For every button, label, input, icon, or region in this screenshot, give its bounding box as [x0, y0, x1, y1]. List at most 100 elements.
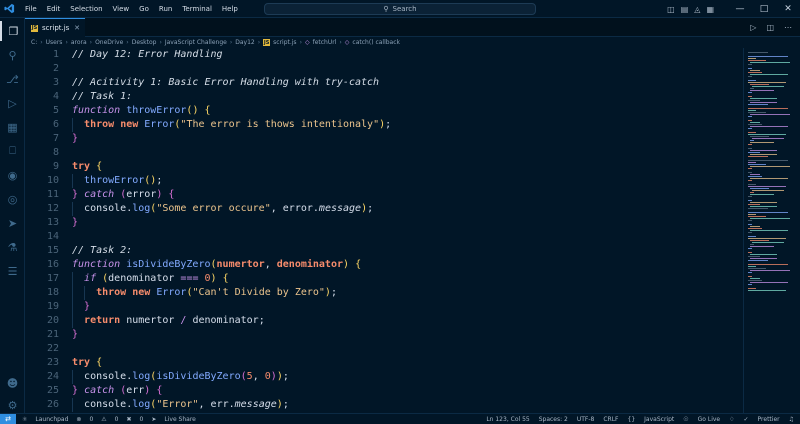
source-control-icon[interactable]: ⎇ [0, 69, 25, 89]
menu-bar: File Edit Selection View Go Run Terminal… [20, 0, 243, 18]
menu-help[interactable]: Help [217, 0, 243, 18]
minimap-line [750, 62, 790, 63]
split-editor-icon[interactable]: ◫ [766, 23, 774, 32]
menu-selection[interactable]: Selection [65, 0, 107, 18]
extensions-icon[interactable]: ▦ [0, 117, 25, 137]
maximize-icon[interactable]: □ [752, 0, 776, 18]
minimap-line [750, 194, 774, 195]
minimap-line [748, 92, 752, 93]
line-code: } [72, 133, 79, 144]
explorer-icon[interactable]: ❐ [0, 21, 25, 41]
minimap-line [750, 282, 789, 283]
run-file-icon[interactable]: ▷ [750, 23, 756, 32]
docker-icon[interactable]: ☰ [0, 261, 25, 281]
tab-script-js[interactable]: JS script.js ✕ [25, 18, 85, 37]
minimap-line [748, 216, 767, 217]
breadcrumb-item[interactable]: C: [31, 39, 37, 46]
gitlens-icon[interactable]: ◎ [0, 189, 25, 209]
menu-terminal[interactable]: Terminal [177, 0, 217, 18]
minimap-line [748, 232, 752, 233]
menu-run[interactable]: Run [154, 0, 177, 18]
manage-gear-icon[interactable]: ⚙ [0, 395, 25, 415]
indentation[interactable]: Spaces: 2 [539, 416, 568, 423]
go-live-button[interactable]: Go Live [698, 416, 720, 423]
breadcrumb-item[interactable]: script.js [273, 39, 296, 46]
error-count[interactable]: 0 [89, 416, 93, 423]
breadcrumb-item[interactable]: OneDrive [95, 39, 123, 46]
minimap[interactable] [743, 48, 800, 413]
breadcrumb-item[interactable]: fetchUrl [313, 39, 337, 46]
minimap-line [752, 86, 784, 87]
code-line: 24 console.log(isDivideByZero(5, 0)); [25, 370, 743, 384]
minimap-line [748, 56, 788, 57]
line-number: 20 [46, 315, 59, 326]
menu-go[interactable]: Go [134, 0, 154, 18]
code-line: 3 // Acitivity 1: Basic Error Handling wi… [25, 76, 743, 90]
toggle-panel-icon[interactable]: ▤ [681, 5, 689, 14]
ports-count[interactable]: 0 [140, 416, 144, 423]
menu-file[interactable]: File [20, 0, 42, 18]
toggle-primary-sidebar-icon[interactable]: ◫ [667, 5, 675, 14]
end-of-line[interactable]: CRLF [603, 416, 618, 423]
line-code: } [72, 217, 79, 228]
customize-layout-icon[interactable]: ▦ [706, 5, 714, 14]
menu-edit[interactable]: Edit [42, 0, 66, 18]
code-line: 14 [25, 230, 743, 244]
prettier-status[interactable]: Prettier [758, 416, 780, 423]
minimize-icon[interactable]: — [728, 0, 752, 18]
launchpad-label[interactable]: Launchpad [35, 416, 68, 423]
search-view-icon[interactable]: ⚲ [0, 45, 25, 65]
breadcrumb-item[interactable]: catch() callback [352, 39, 400, 46]
line-code: function isDivideByZero(numertor, denomi… [72, 259, 362, 270]
minimap-line [748, 156, 768, 157]
warning-icon: ⚠ [101, 415, 107, 423]
live-share-icon[interactable]: ➤ [0, 213, 25, 233]
breadcrumb-item[interactable]: Day12 [235, 39, 254, 46]
chevron-right-icon: › [40, 39, 43, 46]
function-symbol-icon: ◇ [344, 39, 350, 46]
more-actions-icon[interactable]: ⋯ [784, 23, 792, 32]
code-line: 19 } [25, 300, 743, 314]
github-icon[interactable]: ◉ [0, 165, 25, 185]
notifications-bell-icon[interactable]: ♫ [789, 416, 794, 423]
command-center-search[interactable]: ⚲ Search [264, 3, 536, 15]
minimap-line [748, 116, 752, 117]
breadcrumb-item[interactable]: JavaScript Challenge [165, 39, 227, 46]
breadcrumb-item[interactable]: Desktop [132, 39, 157, 46]
warning-count[interactable]: 0 [115, 416, 119, 423]
remote-explorer-icon[interactable]: ⎕ [0, 141, 25, 161]
remote-indicator-icon[interactable]: ⇄ [0, 413, 16, 424]
minimap-line [748, 266, 756, 267]
breadcrumb-item[interactable]: arora [71, 39, 87, 46]
minimap-line [750, 230, 789, 231]
minimap-line [750, 126, 789, 127]
chevron-right-icon: › [65, 39, 68, 46]
minimap-line [750, 154, 778, 155]
minimap-line [748, 252, 752, 253]
menu-view[interactable]: View [108, 0, 135, 18]
minimap-line [752, 138, 784, 139]
cursor-position[interactable]: Ln 123, Col 55 [486, 416, 529, 423]
language-mode[interactable]: JavaScript [644, 416, 674, 423]
live-share-label[interactable]: Live Share [164, 416, 195, 423]
minimap-line [750, 150, 778, 151]
code-line: 22 [25, 342, 743, 356]
run-debug-icon[interactable]: ▷ [0, 93, 25, 113]
minimap-line [750, 136, 770, 137]
minimap-line [750, 206, 778, 207]
minimap-line [748, 64, 752, 65]
code-editor[interactable]: 1 // Day 12: Error Handling 2 3 // Acitivi… [25, 48, 743, 413]
bell-icon[interactable]: ♢ [729, 416, 734, 423]
code-line: 8 [25, 146, 743, 160]
testing-icon[interactable]: ⚗ [0, 237, 25, 257]
launchpad-icon[interactable]: ⚛ [22, 416, 27, 423]
account-icon[interactable]: ☻ [0, 373, 25, 393]
toggle-secondary-sidebar-icon[interactable]: ◬ [694, 5, 700, 14]
line-number: 17 [46, 273, 59, 284]
breadcrumb-item[interactable]: Users [46, 39, 63, 46]
line-number: 1 [52, 49, 59, 60]
close-icon[interactable]: ✕ [776, 0, 800, 18]
code-line: 25} catch (err) { [25, 384, 743, 398]
tab-close-icon[interactable]: ✕ [74, 24, 80, 32]
file-encoding[interactable]: UTF-8 [577, 416, 595, 423]
